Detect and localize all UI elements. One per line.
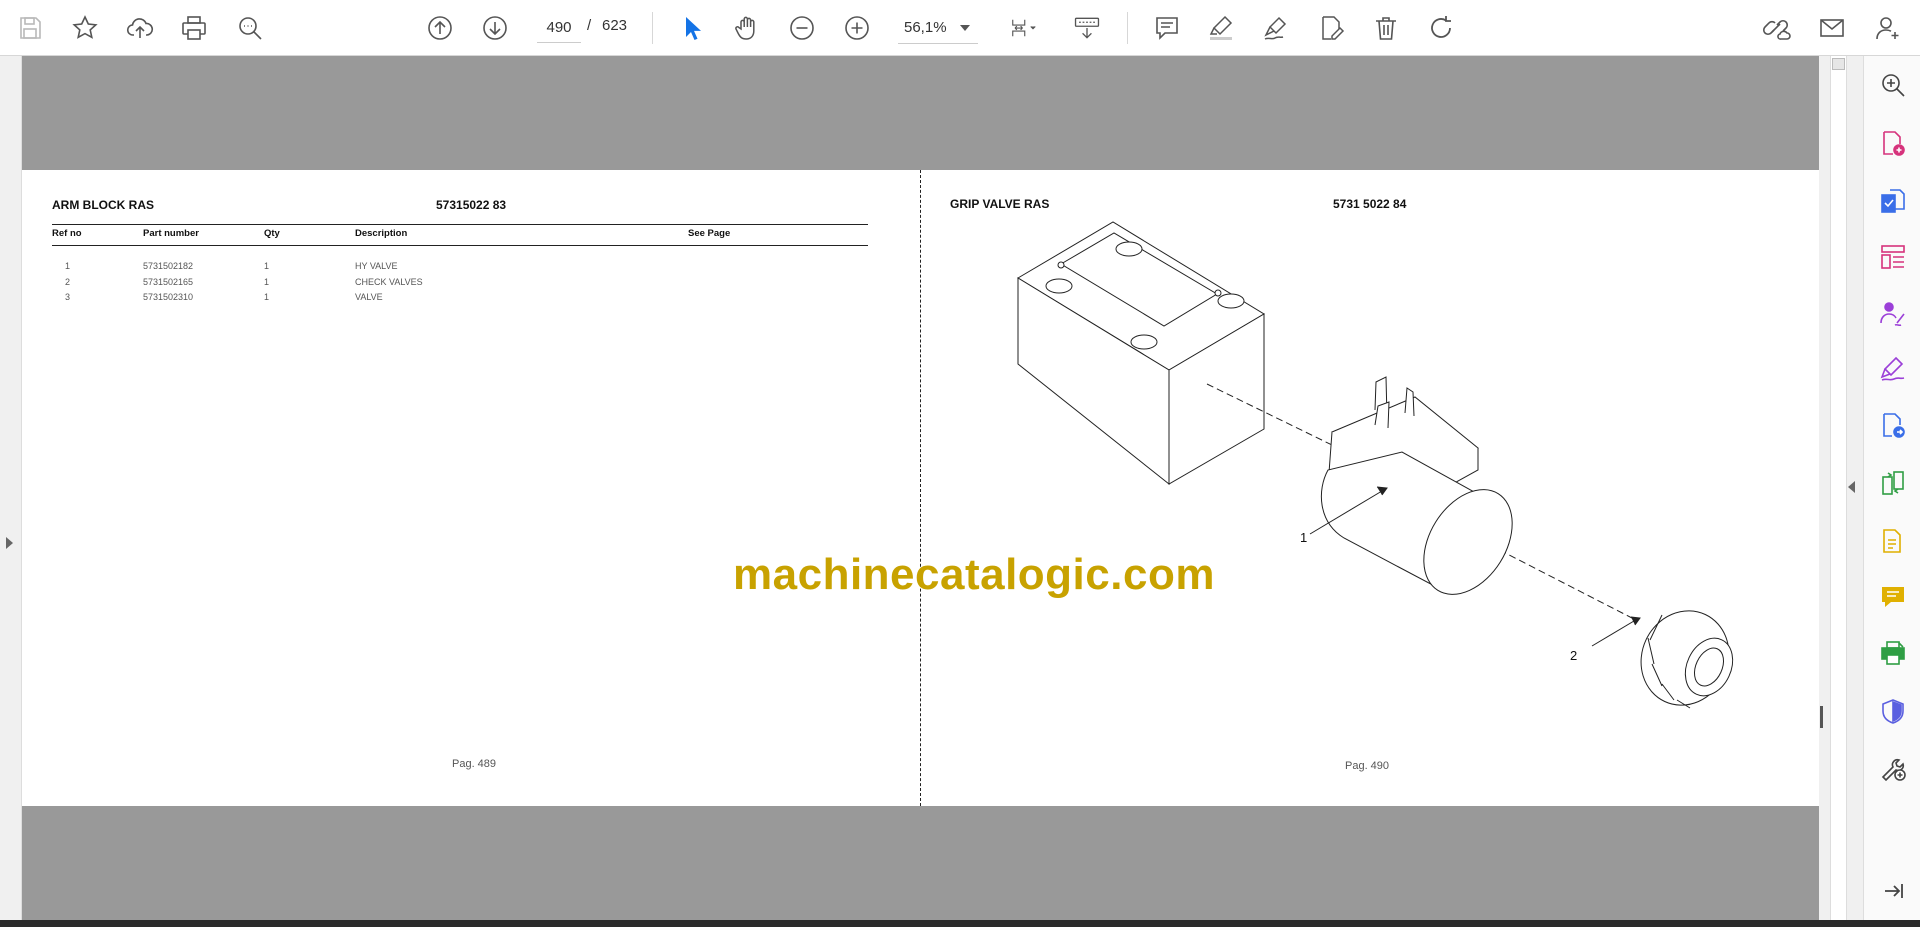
request-signature-icon[interactable] [1878,298,1908,328]
scrollbar-thumb[interactable] [1832,58,1845,70]
organize-pages-icon[interactable] [1878,242,1908,272]
pdf-viewer-app: / 623 56,1% [0,0,1920,927]
collapse-right-panel-icon[interactable] [1848,481,1855,493]
chevron-down-icon [960,25,970,31]
right-page-number: Pag. 490 [1345,760,1390,772]
total-pages: 623 [602,17,628,34]
page-down-icon[interactable] [476,9,514,47]
protect-icon[interactable] [1878,696,1908,726]
save-icon[interactable] [11,9,49,47]
email-icon[interactable] [1813,9,1851,47]
zoom-level-value: 56,1% [904,19,947,36]
expand-left-panel-icon[interactable] [6,537,13,549]
left-panel-strip [0,56,22,920]
bookmark-star-icon[interactable] [66,9,104,47]
comment-tool-icon[interactable] [1878,582,1908,612]
share-link-icon[interactable] [1757,9,1795,47]
page-up-icon[interactable] [421,9,459,47]
upload-cloud-icon[interactable] [121,9,159,47]
panel-resize-grip[interactable] [1820,706,1823,728]
create-pdf-icon[interactable] [1878,128,1908,158]
bottom-edge-strip [0,920,1920,927]
highlight-icon[interactable] [1202,9,1240,47]
exploded-parts-drawing [1017,221,1734,709]
scroll-mode-icon[interactable] [1067,9,1107,47]
edit-pdf-icon[interactable] [1878,526,1908,556]
zoom-in-icon[interactable] [838,9,876,47]
rotate-icon[interactable] [1422,9,1460,47]
scrollbar-track[interactable] [1830,56,1847,920]
callout-2: 2 [1570,648,1578,663]
right-tools-panel [1863,56,1920,920]
watermark-text: machinecatalogic.com [733,550,1215,599]
zoom-level-dropdown[interactable]: 56,1% [898,12,978,44]
collapse-panel-icon[interactable] [1878,876,1908,906]
zoom-search-icon[interactable] [1878,70,1908,100]
account-add-icon[interactable] [1869,9,1907,47]
page-separator: / [587,17,592,34]
more-tools-icon[interactable] [1878,752,1908,782]
send-for-comments-icon[interactable] [1878,410,1908,440]
vertical-scrollbar[interactable] [1819,56,1863,920]
export-pdf-icon[interactable] [1878,186,1908,216]
top-toolbar: / 623 56,1% [0,0,1920,56]
search-zoom-icon[interactable] [231,9,269,47]
comment-icon[interactable] [1148,9,1186,47]
zoom-out-icon[interactable] [783,9,821,47]
select-cursor-icon[interactable] [673,9,711,47]
fit-page-icon[interactable] [1000,9,1048,47]
document-spread: ARM BLOCK RAS 57315022 83 Ref no Part nu… [22,170,1819,806]
compare-files-icon[interactable] [1878,468,1908,498]
edit-text-icon[interactable] [1312,9,1350,47]
hand-pan-icon[interactable] [728,9,766,47]
callout-1: 1 [1300,530,1308,545]
draw-icon[interactable] [1257,9,1295,47]
current-page-input[interactable] [537,13,581,43]
document-viewport[interactable]: ARM BLOCK RAS 57315022 83 Ref no Part nu… [22,56,1819,920]
fill-sign-icon[interactable] [1878,354,1908,384]
delete-icon[interactable] [1367,9,1405,47]
print-icon[interactable] [175,9,213,47]
print-production-icon[interactable] [1878,638,1908,668]
